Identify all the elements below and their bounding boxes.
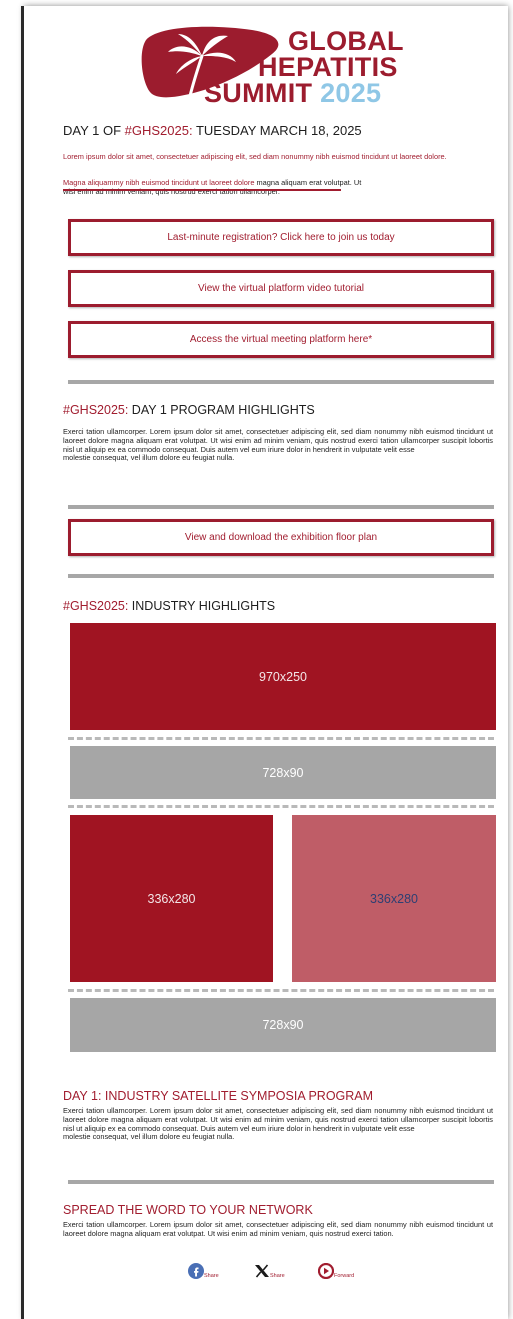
divider bbox=[68, 574, 494, 578]
x-icon bbox=[255, 1264, 269, 1278]
share-facebook-label: Share bbox=[204, 1273, 219, 1279]
day-heading: DAY 1 OF #GHS2025: TUESDAY MARCH 18, 202… bbox=[63, 123, 362, 138]
ad-box-336x280-left[interactable]: 336x280 bbox=[70, 815, 273, 982]
day-lead-text: Lorem ipsum dolor sit amet, consectetuer… bbox=[63, 152, 447, 161]
logo-summit: SUMMIT 2025 bbox=[204, 78, 382, 108]
forward-label: Forward bbox=[334, 1273, 355, 1279]
divider bbox=[68, 380, 494, 384]
video-tutorial-button[interactable]: View the virtual platform video tutorial bbox=[68, 270, 494, 307]
ad-banner-728x90[interactable]: 728x90 bbox=[70, 746, 496, 799]
forward-icon bbox=[318, 1263, 334, 1279]
share-facebook[interactable]: Share bbox=[188, 1263, 219, 1279]
spread-heading: SPREAD THE WORD TO YOUR NETWORK bbox=[63, 1203, 313, 1217]
dashed-divider bbox=[68, 989, 494, 992]
program-body: Exerci tation ullamcorper. Lorem ipsum d… bbox=[63, 427, 493, 463]
program-heading: #GHS2025: DAY 1 PROGRAM HIGHLIGHTS bbox=[63, 403, 315, 417]
ad-banner-970x250[interactable]: 970x250 bbox=[70, 623, 496, 730]
facebook-icon bbox=[188, 1263, 204, 1279]
logo-year: 2025 bbox=[320, 78, 382, 108]
share-x-label: Share bbox=[270, 1273, 285, 1279]
highlight-underline bbox=[63, 189, 341, 191]
summit-logo[interactable]: GLOBAL HEPATITIS SUMMIT 2025 bbox=[140, 22, 403, 110]
logo-global: GLOBAL bbox=[288, 26, 404, 56]
forward-link[interactable]: Forward bbox=[318, 1263, 354, 1279]
registration-button[interactable]: Last-minute registration? Click here to … bbox=[68, 219, 494, 256]
dashed-divider bbox=[68, 737, 494, 740]
symposia-heading: DAY 1: INDUSTRY SATELLITE SYMPOSIA PROGR… bbox=[63, 1089, 374, 1103]
ad-banner-728x90-bottom[interactable]: 728x90 bbox=[70, 998, 496, 1052]
divider bbox=[68, 1180, 494, 1184]
email-content: GLOBAL HEPATITIS SUMMIT 2025 DAY 1 OF #G… bbox=[0, 0, 513, 1319]
virtual-platform-button[interactable]: Access the virtual meeting platform here… bbox=[68, 321, 494, 358]
industry-heading: #GHS2025: INDUSTRY HIGHLIGHTS bbox=[63, 599, 276, 613]
spread-body: Exerci tation ullamcorper. Lorem ipsum d… bbox=[63, 1220, 493, 1238]
logo-hepatitis: HEPATITIS bbox=[258, 52, 398, 82]
share-x[interactable]: Share bbox=[254, 1263, 285, 1279]
day-body-text: Magna aliquammy nibh euismod tincidunt u… bbox=[63, 178, 362, 196]
floor-plan-button[interactable]: View and download the exhibition floor p… bbox=[68, 519, 494, 556]
ad-box-336x280-right[interactable]: 336x280 bbox=[292, 815, 496, 982]
divider bbox=[68, 505, 494, 509]
symposia-body: Exerci tation ullamcorper. Lorem ipsum d… bbox=[63, 1106, 493, 1142]
dashed-divider bbox=[68, 805, 494, 808]
